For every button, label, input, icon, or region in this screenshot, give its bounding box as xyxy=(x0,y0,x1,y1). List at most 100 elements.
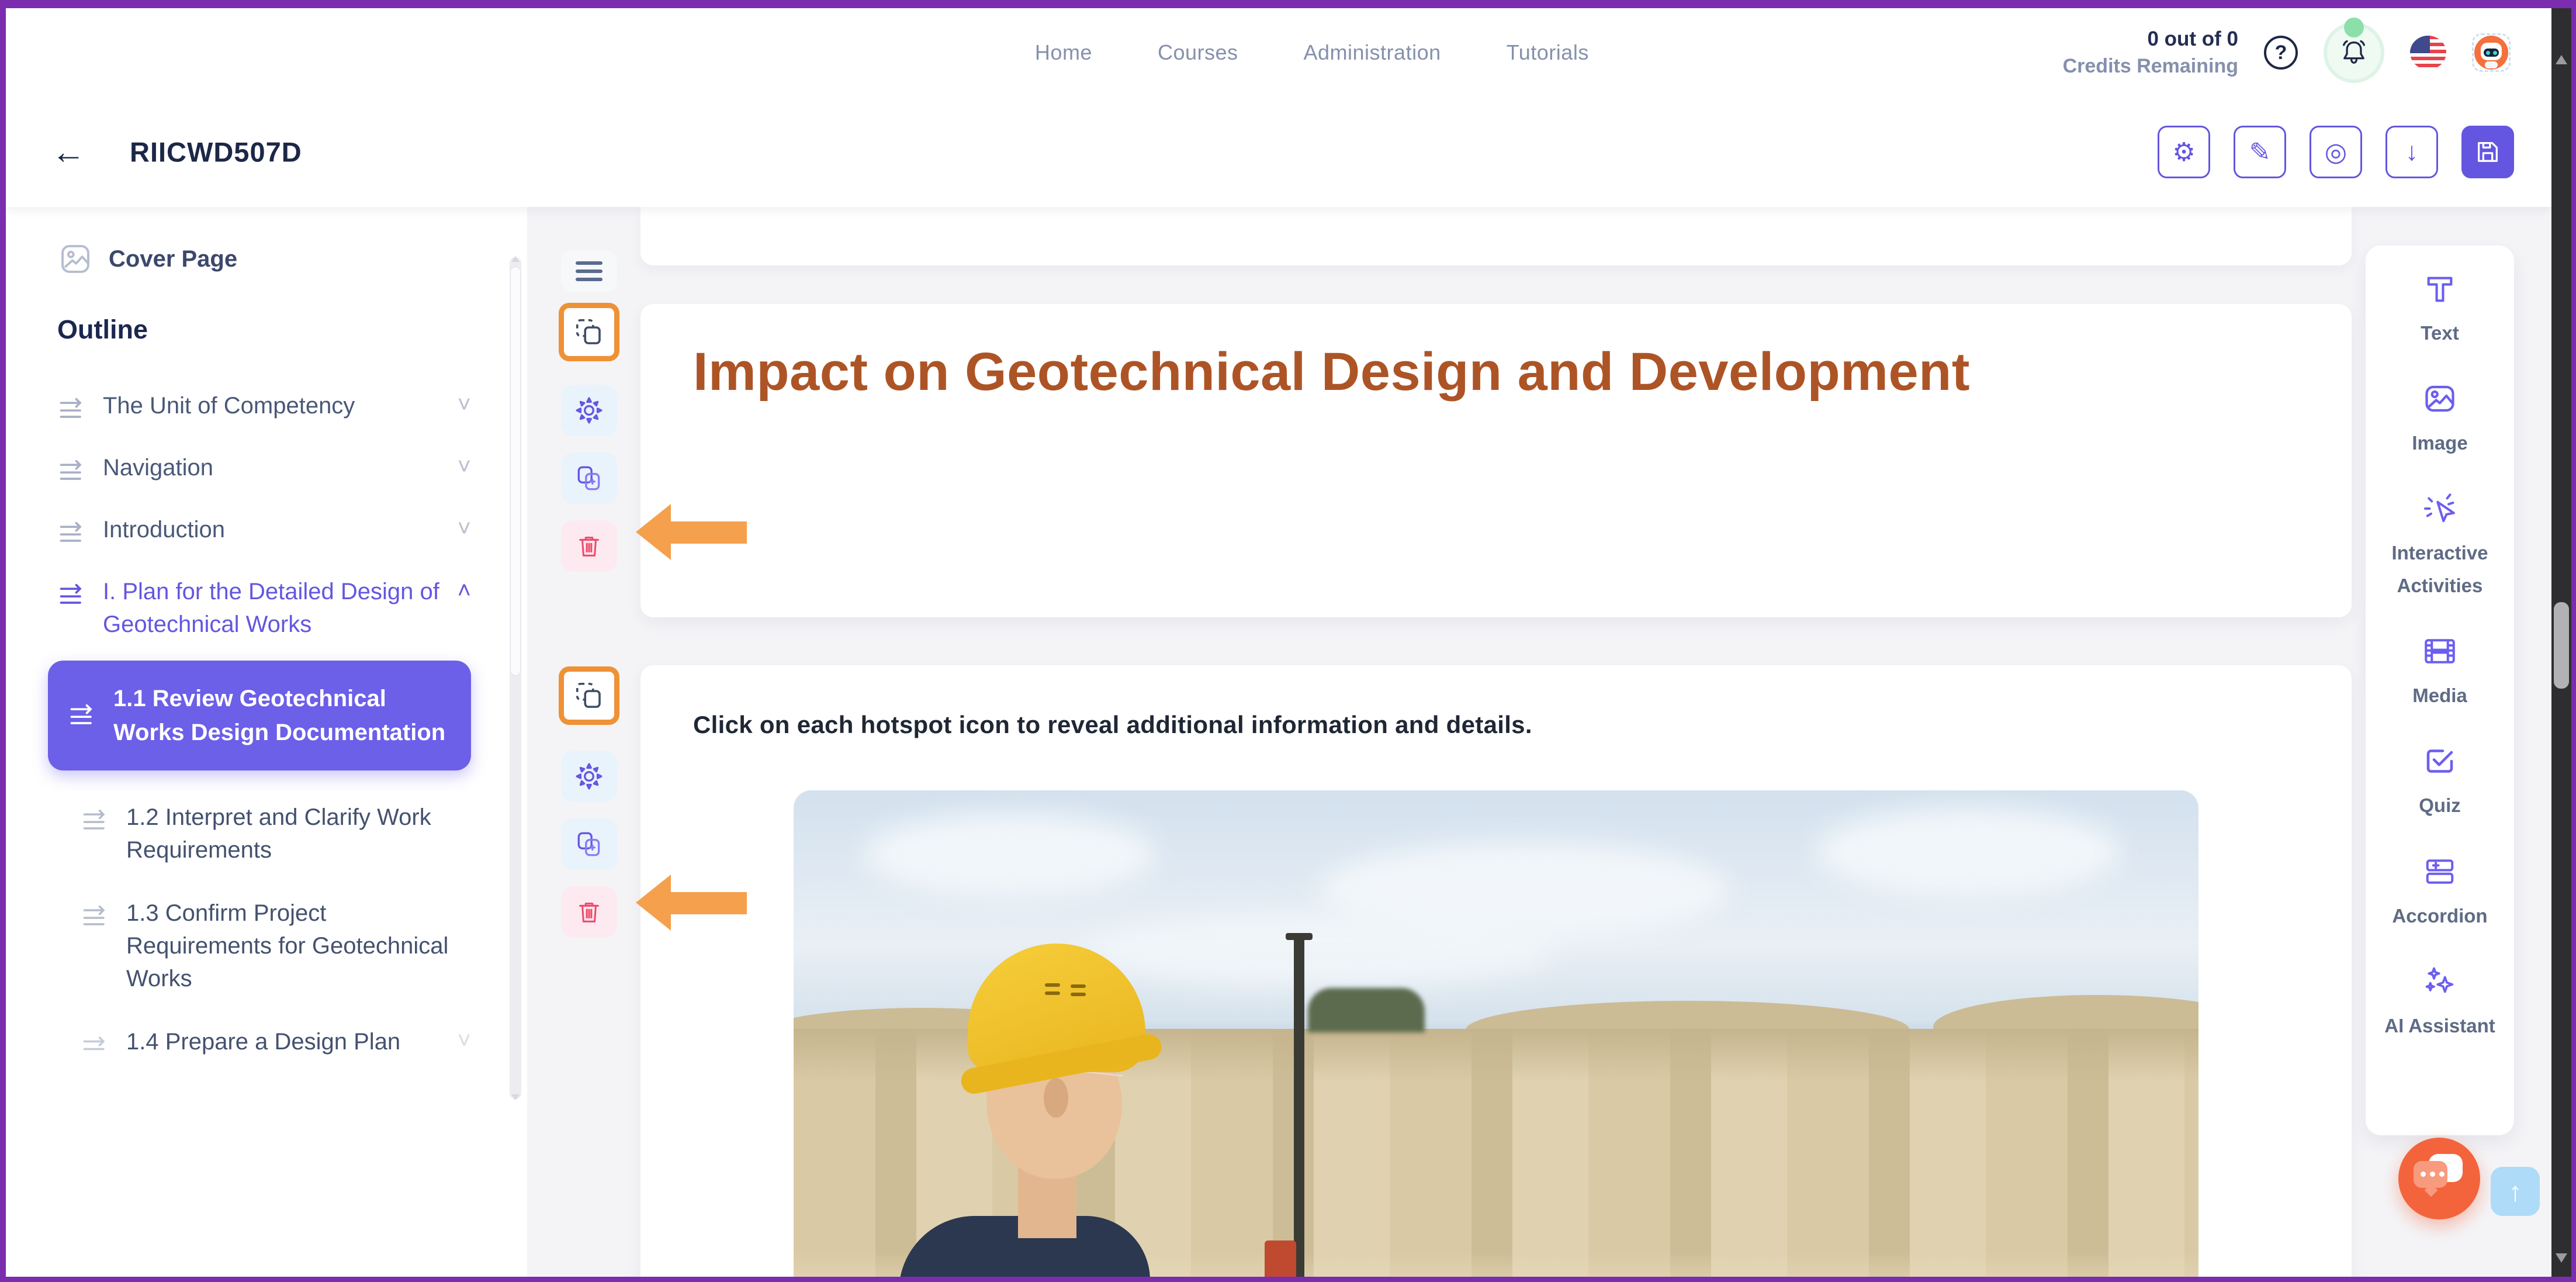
block-duplicate-button[interactable] xyxy=(561,818,617,870)
section-label-active: I. Plan for the Detailed Design of Geote… xyxy=(103,575,442,641)
drag-handle-icon[interactable] xyxy=(57,581,88,609)
hotspot-image[interactable] xyxy=(794,790,2198,1277)
block-toolbar-heading xyxy=(554,250,624,572)
chevron-down-icon[interactable]: ˅ xyxy=(458,392,471,418)
panel-item-accordion[interactable]: Accordion xyxy=(2378,854,2501,932)
block-settings-button[interactable] xyxy=(561,385,617,436)
block-settings-button[interactable] xyxy=(561,751,617,802)
save-icon xyxy=(2474,139,2501,165)
app-window: Home Courses Administration Tutorials 0 … xyxy=(0,0,2576,1282)
drag-handle-icon[interactable] xyxy=(68,702,98,730)
drag-handle-icon[interactable] xyxy=(81,903,111,931)
heading-block[interactable]: Impact on Geotechnical Design and Develo… xyxy=(640,304,2352,617)
course-toolbar: ← RIICWD507D ⚙ ✎ ◎ ↓ xyxy=(6,97,2551,207)
course-code-title: RIICWD507D xyxy=(130,136,302,168)
main-area: Cover Page Outline The Unit of Competenc… xyxy=(6,207,2551,1277)
text-icon xyxy=(2423,272,2457,306)
drag-handle-icon[interactable] xyxy=(57,457,88,485)
chevron-down-icon[interactable]: ˅ xyxy=(458,516,471,542)
chevron-down-icon[interactable]: ˅ xyxy=(458,454,471,480)
preview-button[interactable]: ◎ xyxy=(2310,126,2362,178)
scroll-to-top-button[interactable]: ↑ xyxy=(2491,1167,2540,1216)
credits-value: 0 out of 0 xyxy=(2063,25,2238,53)
preview-icon: ◎ xyxy=(2325,137,2347,167)
sidebar-subsection-1-3[interactable]: 1.3 Confirm Project Requirements for Geo… xyxy=(57,897,471,995)
image-icon xyxy=(2422,381,2457,416)
help-icon[interactable]: ? xyxy=(2264,36,2298,70)
select-block-icon xyxy=(573,680,605,711)
panel-item-media[interactable]: Media xyxy=(2378,634,2501,712)
subsection-label: 1.4 Prepare a Design Plan xyxy=(126,1025,442,1059)
trash-icon xyxy=(576,899,603,925)
scrollbar-up-arrow[interactable] xyxy=(2556,55,2567,64)
panel-item-interactive-activities[interactable]: Interactive Activities xyxy=(2378,491,2501,602)
hotspot-instruction-text: Click on each hotspot icon to reveal add… xyxy=(693,711,2299,739)
panel-item-quiz[interactable]: Quiz xyxy=(2378,744,2501,822)
elements-panel: Text Image Interactive Activities xyxy=(2366,246,2514,1135)
robot-avatar[interactable] xyxy=(2472,33,2511,72)
section-label: The Unit of Competency xyxy=(103,389,442,422)
sidebar-section-introduction[interactable]: Introduction ˅ xyxy=(57,513,471,547)
sidebar-section-plan-detailed-design[interactable]: I. Plan for the Detailed Design of Geote… xyxy=(57,575,471,641)
gear-icon xyxy=(574,762,604,791)
nav-courses[interactable]: Courses xyxy=(1158,40,1238,65)
scrollbar-down-arrow[interactable] xyxy=(2556,1253,2567,1263)
scrollbar-thumb[interactable] xyxy=(2554,602,2569,689)
outline-sidebar: Cover Page Outline The Unit of Competenc… xyxy=(6,207,527,1277)
drill-machine xyxy=(1265,1240,1296,1277)
block-menu-button[interactable] xyxy=(561,250,617,292)
trash-icon xyxy=(576,533,603,559)
drag-handle-icon[interactable] xyxy=(81,1031,111,1059)
sidebar-subsection-1-2[interactable]: 1.2 Interpret and Clarify Work Requireme… xyxy=(57,801,471,866)
sidebar-subsection-1-1-selected[interactable]: 1.1 Review Geotechnical Works Design Doc… xyxy=(48,661,471,770)
course-settings-button[interactable]: ⚙ xyxy=(2158,126,2210,178)
hotspot-block-button-highlighted[interactable] xyxy=(559,666,619,725)
panel-item-text[interactable]: Text xyxy=(2378,272,2501,350)
select-block-icon xyxy=(573,316,605,348)
gear-icon: ⚙ xyxy=(2172,137,2195,167)
sidebar-scrollbar-thumb[interactable] xyxy=(510,267,521,676)
panel-item-ai-assistant[interactable]: AI Assistant xyxy=(2378,964,2501,1042)
block-heading-text: Impact on Geotechnical Design and Develo… xyxy=(693,341,2299,403)
sidebar-scrollbar[interactable] xyxy=(510,257,521,1099)
nav-tutorials[interactable]: Tutorials xyxy=(1507,40,1589,65)
chevron-up-icon[interactable]: ˄ xyxy=(458,578,471,604)
sidebar-section-navigation[interactable]: Navigation ˅ xyxy=(57,451,471,485)
subsection-label: 1.3 Confirm Project Requirements for Geo… xyxy=(126,897,471,995)
hotspot-block[interactable]: Click on each hotspot icon to reveal add… xyxy=(640,665,2352,1277)
drill-rig-mast xyxy=(1294,938,1304,1277)
edit-button[interactable]: ✎ xyxy=(2234,126,2286,178)
back-arrow-icon[interactable]: ← xyxy=(51,133,85,172)
chat-support-button[interactable] xyxy=(2398,1138,2480,1219)
trees xyxy=(1308,988,1425,1032)
window-scrollbar[interactable] xyxy=(2551,8,2571,1277)
notification-bell-icon[interactable] xyxy=(2324,22,2384,83)
download-button[interactable]: ↓ xyxy=(2385,126,2438,178)
top-nav: Home Courses Administration Tutorials 0 … xyxy=(6,8,2551,97)
drag-handle-icon[interactable] xyxy=(81,807,111,835)
credits-counter: 0 out of 0 Credits Remaining xyxy=(2063,25,2238,80)
block-duplicate-button[interactable] xyxy=(561,452,617,504)
window-frame-top xyxy=(0,0,2576,8)
drag-handle-icon[interactable] xyxy=(57,395,88,423)
drag-handle-icon[interactable] xyxy=(57,519,88,547)
panel-item-image[interactable]: Image xyxy=(2378,381,2501,459)
nav-administration[interactable]: Administration xyxy=(1304,40,1441,65)
credits-label: Credits Remaining xyxy=(2063,53,2238,80)
menu-icon xyxy=(576,261,603,281)
gear-icon xyxy=(574,396,604,425)
subsection-label: 1.2 Interpret and Clarify Work Requireme… xyxy=(126,801,471,866)
sidebar-subsection-1-4[interactable]: 1.4 Prepare a Design Plan ˅ xyxy=(57,1025,471,1059)
block-delete-button[interactable] xyxy=(561,520,617,572)
sidebar-item-cover-page[interactable]: Cover Page xyxy=(57,241,471,277)
section-label: Introduction xyxy=(103,513,442,546)
save-button[interactable] xyxy=(2461,126,2514,178)
hotspot-block-button-highlighted[interactable] xyxy=(559,303,619,361)
language-flag-us-icon[interactable] xyxy=(2410,36,2446,70)
chevron-down-icon[interactable]: ˅ xyxy=(458,1028,471,1059)
window-frame-right xyxy=(2571,0,2576,1282)
sidebar-section-unit-of-competency[interactable]: The Unit of Competency ˅ xyxy=(57,389,471,423)
nav-home[interactable]: Home xyxy=(1035,40,1092,65)
block-delete-button[interactable] xyxy=(561,886,617,938)
outline-heading: Outline xyxy=(57,315,471,345)
